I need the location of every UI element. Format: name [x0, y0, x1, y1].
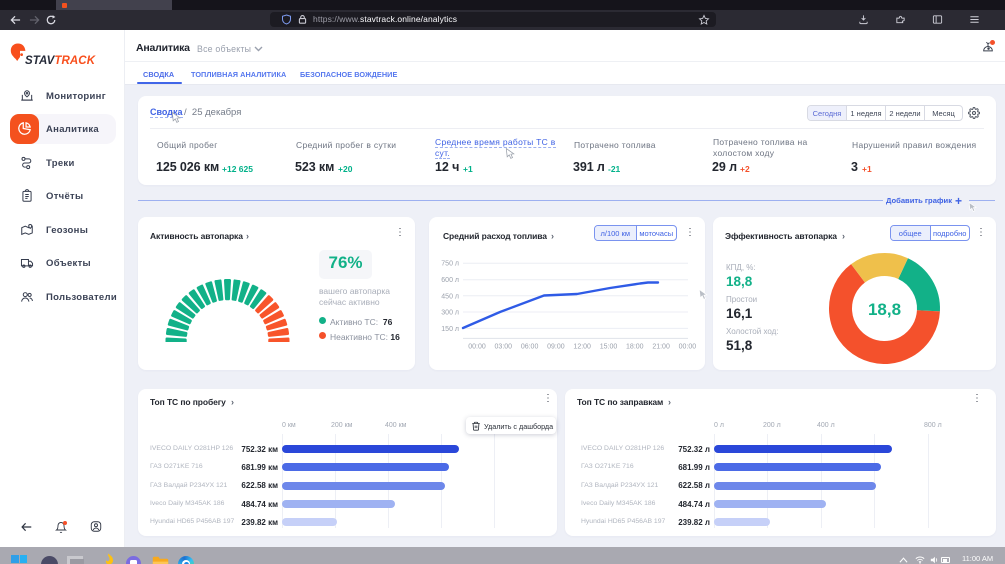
- svg-text:150 л: 150 л: [441, 326, 459, 333]
- svg-text:09:00: 09:00: [547, 344, 565, 351]
- svg-text:06:00: 06:00: [521, 344, 539, 351]
- svg-text:00:00: 00:00: [679, 344, 697, 351]
- svg-text:300 л: 300 л: [441, 310, 459, 317]
- svg-text:600 л: 600 л: [441, 277, 459, 284]
- svg-text:750 л: 750 л: [441, 261, 459, 268]
- svg-text:12:00: 12:00: [573, 344, 591, 351]
- svg-text:450 л: 450 л: [441, 293, 459, 300]
- svg-text:00:00: 00:00: [468, 344, 486, 351]
- svg-text:18:00: 18:00: [626, 344, 644, 351]
- svg-text:03:00: 03:00: [495, 344, 513, 351]
- svg-text:15:00: 15:00: [600, 344, 618, 351]
- svg-text:21:00: 21:00: [652, 344, 670, 351]
